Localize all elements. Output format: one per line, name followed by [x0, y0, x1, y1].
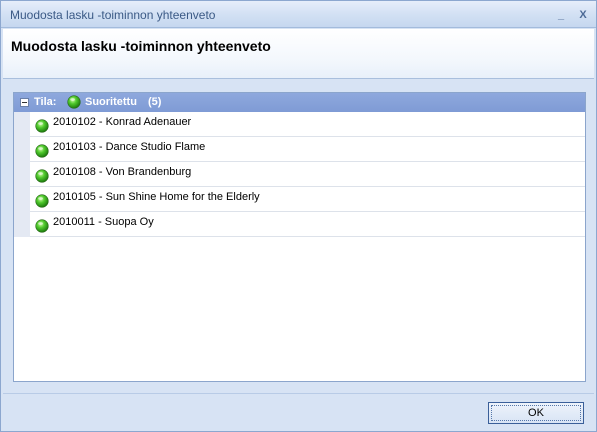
green-ball-icon: [35, 219, 49, 233]
window-title: Muodosta lasku -toiminnon yhteenveto: [10, 8, 216, 22]
group-row-status[interactable]: Tila: Suoritettu (5): [14, 93, 585, 112]
page-title: Muodosta lasku -toiminnon yhteenveto: [11, 38, 271, 54]
group-label: Tila:: [34, 96, 57, 108]
list-item[interactable]: 2010102 - Konrad Adenauer: [30, 112, 585, 137]
list-item-label: 2010102 - Konrad Adenauer: [53, 116, 192, 128]
dialog-window: Muodosta lasku -toiminnon yhteenveto _ X…: [0, 0, 597, 432]
green-ball-icon: [35, 144, 49, 158]
summary-list: Tila: Suoritettu (5) 2010102 - Konrad Ad…: [13, 92, 586, 382]
list-item-label: 2010011 - Suopa Oy: [53, 216, 154, 228]
list-item[interactable]: 2010105 - Sun Shine Home for the Elderly: [30, 187, 585, 212]
green-ball-icon: [35, 194, 49, 208]
list-item[interactable]: 2010011 - Suopa Oy: [30, 212, 585, 237]
group-status-text: Suoritettu: [85, 96, 137, 108]
item-list: 2010102 - Konrad Adenauer 2010103 - Danc…: [30, 112, 585, 237]
list-item-label: 2010108 - Von Brandenburg: [53, 166, 192, 178]
list-item[interactable]: 2010108 - Von Brandenburg: [30, 162, 585, 187]
collapse-toggle-icon[interactable]: [20, 98, 29, 107]
close-button[interactable]: X: [576, 8, 590, 22]
title-bar[interactable]: Muodosta lasku -toiminnon yhteenveto _ X: [1, 1, 596, 28]
ok-button[interactable]: OK: [488, 402, 584, 424]
green-ball-icon: [35, 169, 49, 183]
green-ball-icon: [35, 119, 49, 133]
list-item[interactable]: 2010103 - Dance Studio Flame: [30, 137, 585, 162]
green-ball-icon: [67, 95, 81, 109]
group-indent: [14, 112, 30, 237]
list-item-label: 2010103 - Dance Studio Flame: [53, 141, 206, 153]
group-count: (5): [148, 96, 162, 108]
list-item-label: 2010105 - Sun Shine Home for the Elderly: [53, 191, 260, 203]
dialog-header: Muodosta lasku -toiminnon yhteenveto: [3, 29, 594, 79]
footer-divider: [3, 393, 594, 394]
minimize-button[interactable]: _: [554, 8, 568, 22]
